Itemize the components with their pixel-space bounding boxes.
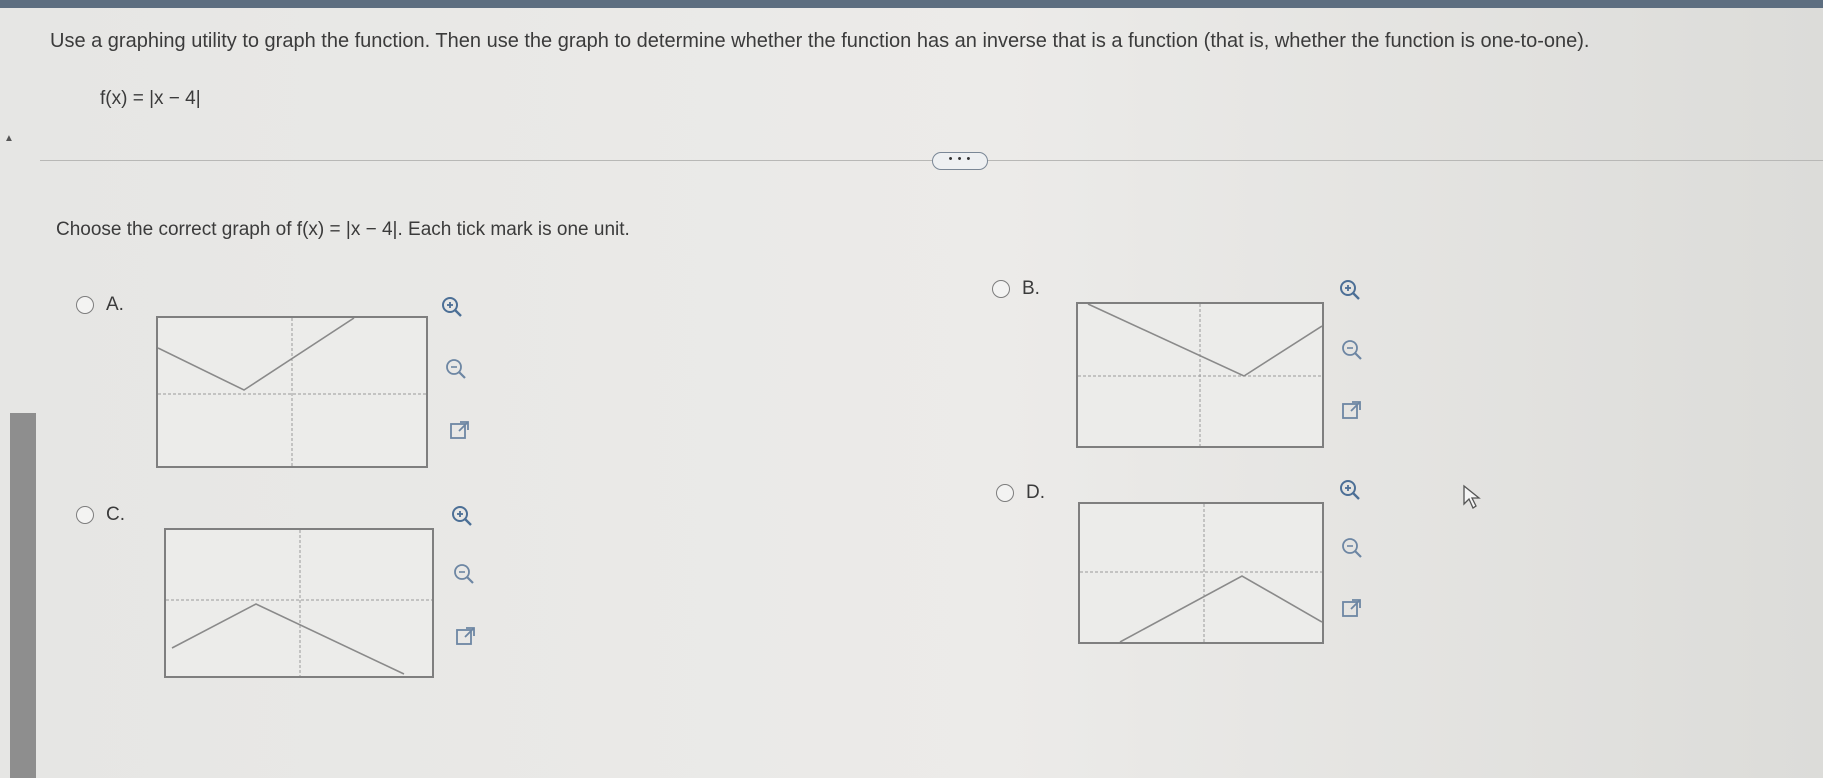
question-text: Use a graphing utility to graph the func… — [50, 30, 1590, 52]
option-d[interactable]: D. — [996, 482, 1045, 504]
function-expression: f(x) = |x − 4| — [100, 88, 201, 109]
option-b[interactable]: B. — [992, 278, 1040, 300]
mouse-cursor-icon — [1463, 484, 1481, 509]
option-d-radio[interactable] — [996, 484, 1014, 502]
graph-c — [164, 528, 434, 678]
option-c[interactable]: C. — [76, 504, 125, 526]
popout-icon[interactable] — [448, 418, 472, 442]
left-scroll-strip — [10, 413, 36, 778]
zoom-in-icon[interactable] — [450, 504, 474, 528]
option-c-radio[interactable] — [76, 506, 94, 524]
graph-a — [156, 316, 428, 468]
zoom-in-icon[interactable] — [1338, 478, 1362, 502]
more-button[interactable]: • • • — [932, 152, 988, 170]
popout-icon[interactable] — [454, 624, 478, 648]
option-c-label: C. — [106, 504, 125, 525]
graph-d — [1078, 502, 1324, 644]
option-a-label: A. — [106, 294, 124, 315]
option-a[interactable]: A. — [76, 294, 124, 316]
graph-b — [1076, 302, 1324, 448]
popout-icon[interactable] — [1340, 596, 1364, 620]
zoom-out-icon[interactable] — [444, 357, 468, 381]
zoom-out-icon[interactable] — [1340, 536, 1364, 560]
option-b-label: B. — [1022, 278, 1040, 299]
option-a-radio[interactable] — [76, 296, 94, 314]
popout-icon[interactable] — [1340, 398, 1364, 422]
collapse-arrow-icon[interactable]: ▲ — [4, 133, 14, 144]
instruction-text: Choose the correct graph of f(x) = |x − … — [56, 219, 630, 240]
zoom-in-icon[interactable] — [440, 295, 464, 319]
zoom-in-icon[interactable] — [1338, 278, 1362, 302]
option-b-radio[interactable] — [992, 280, 1010, 298]
top-bar — [0, 0, 1823, 8]
zoom-out-icon[interactable] — [1340, 338, 1364, 362]
option-d-label: D. — [1026, 482, 1045, 503]
zoom-out-icon[interactable] — [452, 562, 476, 586]
